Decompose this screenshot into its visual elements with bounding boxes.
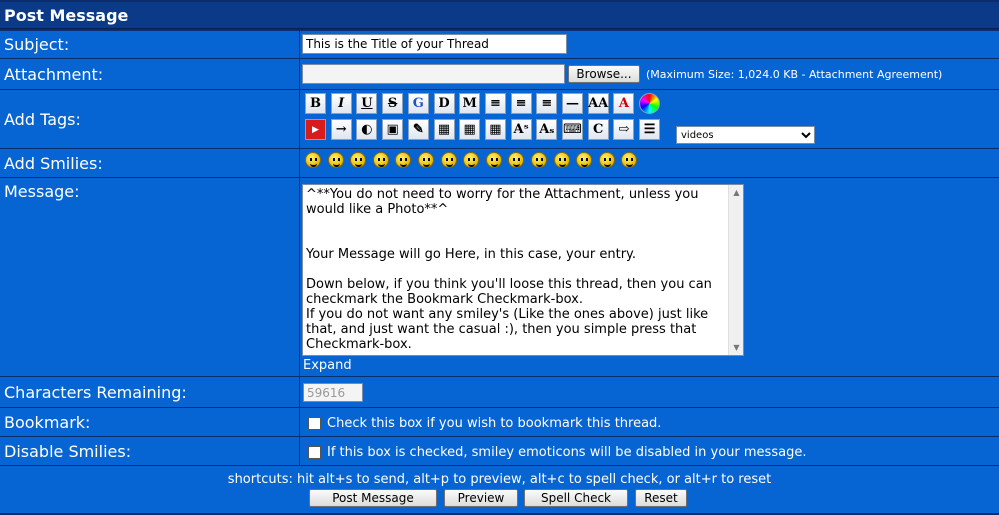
subject-row: Subject: [0,31,999,58]
font-color-icon[interactable]: A [613,93,635,114]
bookmark-description: Check this box if you wish to bookmark t… [327,416,662,431]
globe-icon[interactable]: ◐ [356,119,378,140]
shortcuts-hint: shortcuts: hit alt+s to send, alt+p to p… [227,472,772,487]
post-message-form: Post Message Subject: Attachment: Browse… [0,0,999,515]
attachment-row: Attachment: Browse... (Maximum Size: 1,0… [0,59,999,89]
attachment-size-note: (Maximum Size: 1,024.0 KB - Attachment A… [646,68,943,81]
table-column-icon[interactable]: ▦ [484,119,506,140]
attachment-label: Attachment: [0,59,299,89]
align-right-icon[interactable]: ≡ [536,93,558,114]
form-title: Post Message [4,6,129,25]
message-textarea[interactable]: ^**You do not need to worry for the Atta… [302,184,744,356]
message-label: Message: [0,178,299,376]
chars-remaining-input [303,383,363,402]
message-text: ^**You do not need to worry for the Atta… [306,187,712,352]
smilies-label: Add Smilies: [0,149,299,177]
image-icon[interactable]: ▣ [382,119,404,140]
bookmark-label: Bookmark: [0,408,299,436]
preview-button[interactable]: Preview [444,489,518,507]
disable-smilies-row: Disable Smilies: If this box is checked,… [0,437,999,465]
font-size-icon[interactable]: AA [587,93,609,114]
bookmark-field-cell: Check this box if you wish to bookmark t… [300,408,999,436]
smiley-icon[interactable] [553,152,570,168]
bold-icon[interactable]: B [305,93,326,114]
spell-check-button[interactable]: Spell Check [524,489,628,507]
table-icon[interactable]: ▦ [433,119,455,140]
media-type-select[interactable]: videos [676,126,815,144]
disable-smilies-description: If this box is checked, smiley emoticons… [327,445,807,460]
attachment-field-cell: Browse... (Maximum Size: 1,024.0 KB - At… [300,59,999,89]
strikethrough-icon[interactable]: S [382,93,404,114]
browse-button[interactable]: Browse... [568,65,640,83]
smiley-icon[interactable] [531,152,547,168]
smiley-icon[interactable] [372,152,389,168]
smiley-icon[interactable] [440,152,457,168]
smiley-icon[interactable] [327,152,344,168]
color-wheel-icon[interactable]: ● [639,93,661,114]
bookmark-checkbox[interactable] [308,417,321,430]
scroll-up-icon[interactable]: ▲ [729,185,744,200]
google-icon[interactable]: G [407,93,429,114]
subject-label: Subject: [0,31,299,58]
disable-smilies-field-cell: If this box is checked, smiley emoticons… [300,437,999,465]
underline-icon[interactable]: U [356,93,378,114]
spoiler-icon[interactable]: ⌨ [562,119,583,140]
list-icon[interactable]: ☰ [639,119,661,140]
attachment-file-input[interactable] [302,64,565,84]
scroll-down-icon[interactable]: ▼ [729,340,744,355]
reset-button[interactable]: Reset [635,489,687,507]
link-icon[interactable]: ✎ [407,119,429,140]
code-icon[interactable]: C [587,119,609,140]
subject-input[interactable] [302,34,567,54]
chars-row: Characters Remaining: [0,377,999,407]
quote-icon[interactable]: ⇨ [613,119,635,140]
bookmark-row: Bookmark: Check this box if you wish to … [0,408,999,436]
align-left-icon[interactable]: ≡ [484,93,506,114]
mention-icon[interactable]: M [459,93,481,114]
align-center-icon[interactable]: ≡ [510,93,532,114]
define-icon[interactable]: D [433,93,455,114]
expand-link[interactable]: Expand [303,358,352,373]
smiley-icon[interactable] [305,152,321,168]
youtube-icon[interactable]: ▶ [305,119,326,140]
smiley-icon[interactable] [598,152,615,168]
arrow-icon[interactable]: → [330,119,352,140]
form-header: Post Message [0,2,999,29]
superscript-icon[interactable]: Aˢ [510,119,532,140]
horizontal-rule-icon[interactable]: — [562,93,583,114]
smiley-icon[interactable] [485,152,502,168]
form-footer: shortcuts: hit alt+s to send, alt+p to p… [0,466,999,513]
subscript-icon[interactable]: Aₛ [536,119,558,140]
disable-smilies-label: Disable Smilies: [0,437,299,465]
message-scrollbar[interactable]: ▲ ▼ [728,185,743,355]
smiley-icon[interactable] [418,152,434,168]
chars-label: Characters Remaining: [0,377,299,407]
chars-field-cell [300,377,999,407]
tags-label: Add Tags: [0,90,299,148]
italic-icon[interactable]: I [330,93,352,114]
subject-field-cell [300,31,999,58]
post-message-button[interactable]: Post Message [309,489,437,507]
table-row-icon[interactable]: ▦ [459,119,481,140]
disable-smilies-checkbox[interactable] [308,446,321,459]
